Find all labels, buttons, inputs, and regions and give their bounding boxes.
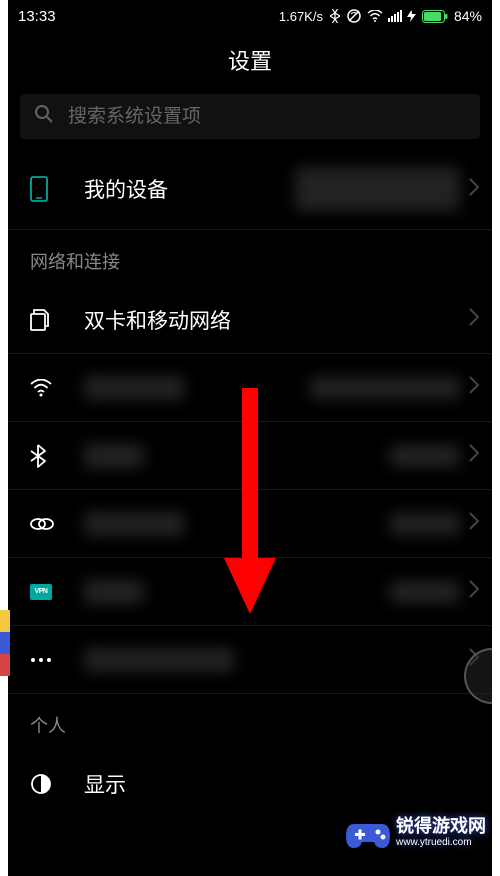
redacted-label (84, 580, 144, 604)
chevron-right-icon (468, 177, 480, 202)
bluetooth-icon (30, 444, 66, 468)
redacted-value (310, 377, 460, 399)
battery-pct: 84% (454, 8, 482, 24)
search-bar[interactable] (20, 94, 480, 139)
item-hotspot[interactable] (8, 490, 492, 558)
redacted-value (390, 445, 460, 467)
page-title: 设置 (8, 28, 492, 94)
chevron-right-icon (468, 579, 480, 604)
item-wifi[interactable] (8, 354, 492, 422)
phone-icon (30, 176, 66, 202)
brightness-icon (30, 773, 66, 795)
item-sim-network[interactable]: 双卡和移动网络 (8, 286, 492, 354)
section-personal-header: 个人 (8, 694, 492, 750)
wifi-icon (30, 379, 66, 397)
redacted-value (390, 581, 460, 603)
redacted-value (295, 167, 460, 211)
redacted-label (84, 376, 184, 400)
chevron-right-icon (468, 307, 480, 332)
redacted-label (84, 444, 144, 468)
chevron-right-icon (468, 511, 480, 536)
status-icons (329, 8, 416, 24)
status-time: 13:33 (18, 8, 56, 25)
redacted-value (390, 513, 460, 535)
sim-icon (30, 308, 66, 332)
item-label: 显示 (84, 769, 126, 799)
item-display[interactable]: 显示 (8, 750, 492, 818)
redacted-label (84, 648, 234, 672)
dots-icon (30, 657, 66, 663)
chevron-right-icon (468, 443, 480, 468)
item-more[interactable] (8, 626, 492, 694)
item-bluetooth[interactable] (8, 422, 492, 490)
battery-icon (422, 10, 448, 23)
item-label: 双卡和移动网络 (84, 305, 231, 335)
redacted-label (84, 512, 184, 536)
search-input[interactable] (68, 106, 466, 128)
chevron-right-icon (468, 375, 480, 400)
link-icon (30, 516, 66, 532)
network-speed: 1.67K/s (279, 9, 323, 24)
item-vpn[interactable]: VPN (8, 558, 492, 626)
vpn-icon: VPN (30, 584, 66, 600)
section-network-header: 网络和连接 (8, 230, 492, 286)
decorative-stripes (0, 610, 10, 676)
item-label: 我的设备 (84, 174, 168, 204)
status-bar: 13:33 1.67K/s 84% (8, 0, 492, 28)
search-icon (34, 104, 54, 129)
item-my-device[interactable]: 我的设备 (8, 149, 492, 230)
